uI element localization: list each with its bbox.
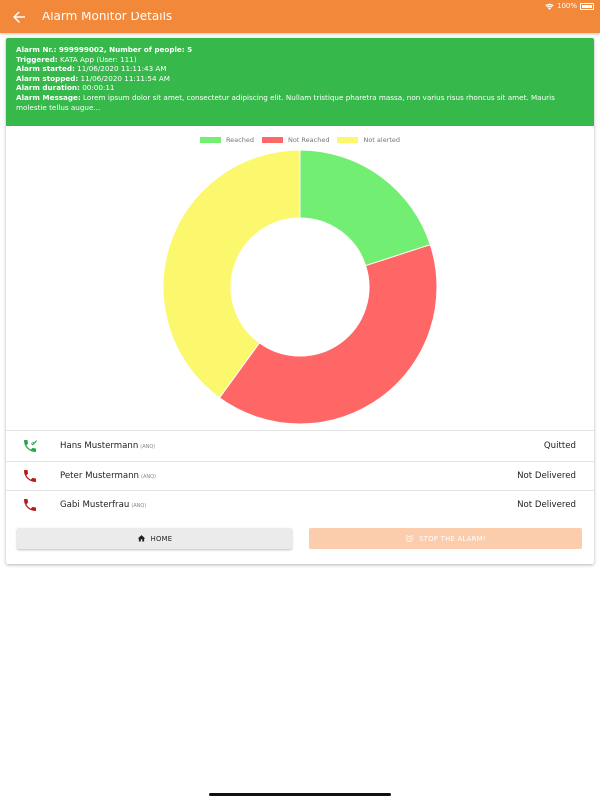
status-bar: 100% <box>0 0 600 12</box>
contact-tag: (ANQ) <box>140 444 156 450</box>
contact-status: Not Delivered <box>517 500 576 510</box>
legend-item-not-alerted: Not alerted <box>337 136 400 144</box>
legend-label-not-reached: Not Reached <box>287 136 330 144</box>
divider <box>6 430 594 431</box>
alarm-nr-value: 999999002, Number of people: 5 <box>58 45 193 54</box>
donut-chart <box>163 150 437 424</box>
legend-swatch-not-reached <box>261 137 283 143</box>
contact-row[interactable]: Gabi Musterfrau (ANQ) Not Delivered <box>6 491 594 520</box>
battery-full-icon <box>580 2 594 10</box>
triggered-value: KATA App (User: 111) <box>60 54 137 64</box>
phone-icon <box>22 497 38 513</box>
alarm-info-panel: Alarm Nr.: 999999002, Number of people: … <box>6 38 594 126</box>
home-indicator[interactable] <box>209 793 391 796</box>
contact-name: Gabi Musterfrau (ANQ) <box>60 500 147 510</box>
duration-value: 00:00:11 <box>82 83 115 93</box>
stopped-label: Alarm stopped: <box>16 73 79 83</box>
donut-slice-reached <box>299 150 431 267</box>
chart-legend: Reached Not Reached Not alerted <box>6 136 594 144</box>
legend-swatch-not-alerted <box>337 137 359 143</box>
battery-text: 100% <box>556 2 577 10</box>
home-button[interactable]: HOME <box>17 528 292 549</box>
message-value: Lorem ipsum dolor sit amet, consectetur … <box>16 92 555 112</box>
contact-tag: (ANQ) <box>131 503 147 509</box>
legend-item-reached: Reached <box>199 136 254 144</box>
wifi-icon <box>545 3 554 10</box>
legend-label-reached: Reached <box>225 136 254 144</box>
alarm-nr-label: Alarm Nr.: <box>16 45 57 54</box>
alarm-clock-icon <box>405 534 414 543</box>
triggered-label: Triggered: <box>16 54 58 64</box>
home-icon <box>137 535 145 542</box>
duration-label: Alarm duration: <box>16 83 80 93</box>
phone-callback-icon <box>22 438 38 454</box>
legend-swatch-reached <box>199 137 221 143</box>
contact-tag: (ANQ) <box>141 474 156 480</box>
contact-name: Peter Mustermann (ANQ) <box>60 471 156 481</box>
stopped-value: 11/06/2020 11:11:54 AM <box>80 73 170 83</box>
contact-name: Hans Mustermann (ANQ) <box>60 441 156 451</box>
donut-slice-not-reached <box>218 244 437 424</box>
started-label: Alarm started: <box>16 64 75 74</box>
contact-row[interactable]: Hans Mustermann (ANQ) Quitted <box>6 432 594 461</box>
phone-icon <box>22 468 38 484</box>
contact-status: Not Delivered <box>517 471 576 481</box>
contact-status: Quitted <box>543 441 576 451</box>
legend-label-not-alerted: Not alerted <box>363 136 401 144</box>
legend-item-not-reached: Not Reached <box>261 136 330 144</box>
stop-alarm-button[interactable]: STOP THE ALARM! <box>309 528 582 549</box>
contact-row[interactable]: Peter Mustermann (ANQ) Not Delivered <box>6 462 594 491</box>
home-button-label: HOME <box>150 534 173 543</box>
alarm-card: Alarm Nr.: 999999002, Number of people: … <box>6 38 594 564</box>
started-value: 11/06/2020 11:11:43 AM <box>77 64 167 74</box>
message-label: Alarm Message: <box>16 92 81 102</box>
stop-alarm-label: STOP THE ALARM! <box>419 534 486 543</box>
